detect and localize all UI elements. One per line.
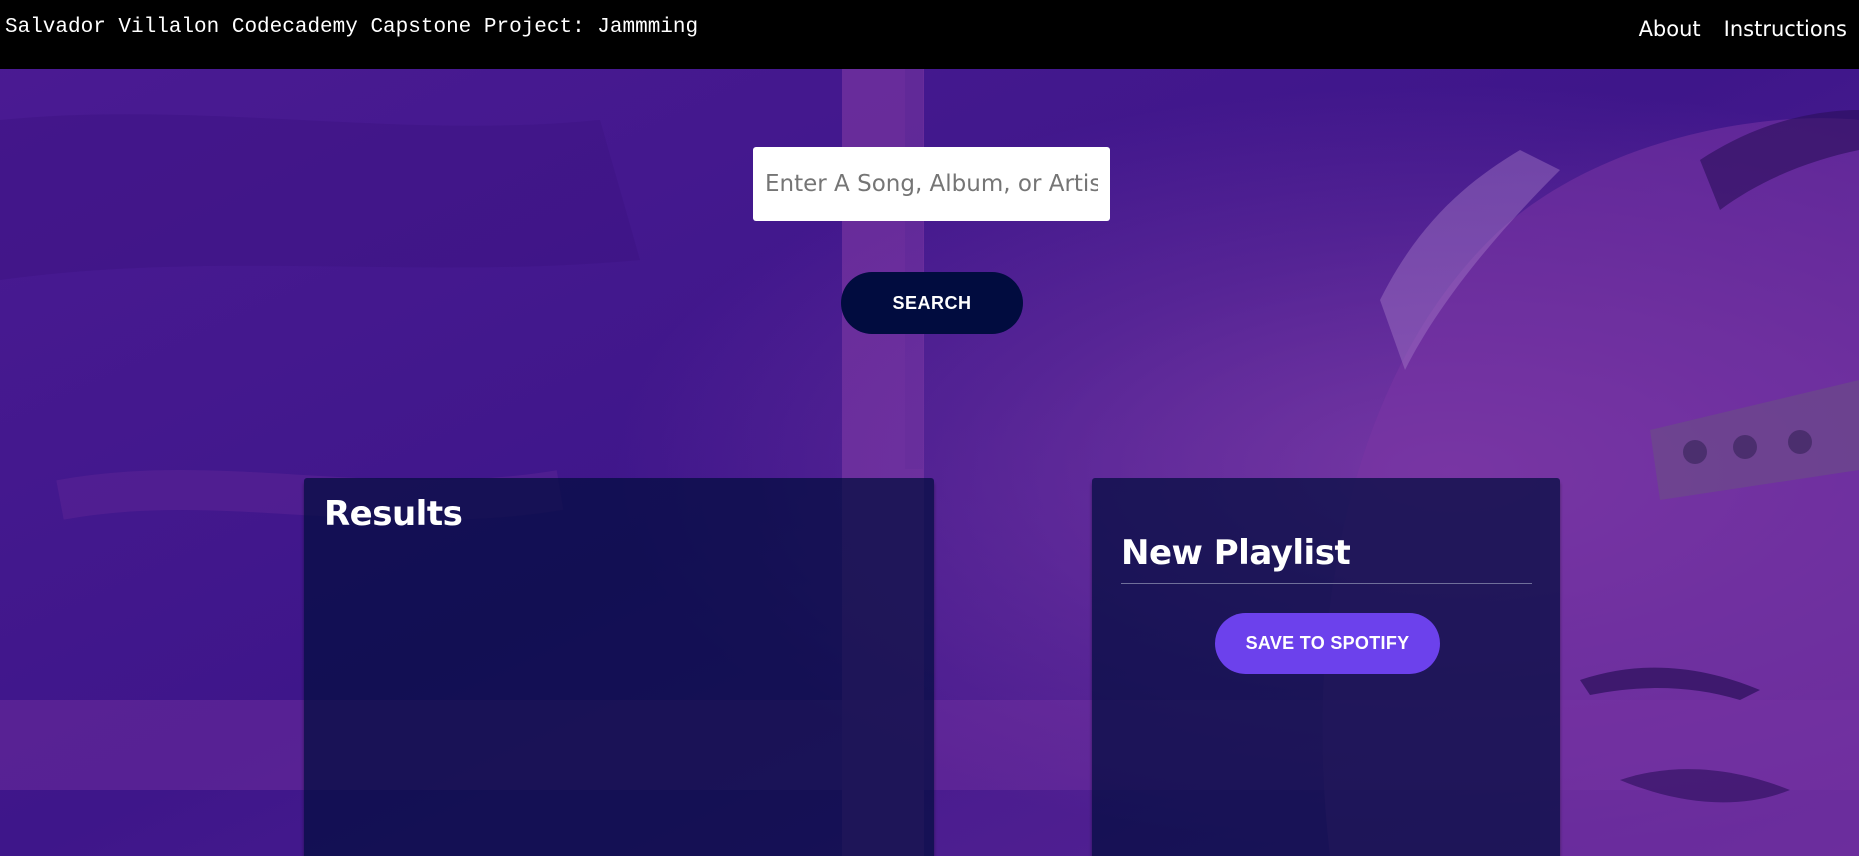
playlist-panel: New Playlist SAVE TO SPOTIFY bbox=[1092, 478, 1560, 856]
nav-instructions-link[interactable]: Instructions bbox=[1724, 17, 1847, 41]
playlist-name[interactable]: New Playlist bbox=[1121, 533, 1351, 573]
search-button[interactable]: SEARCH bbox=[841, 272, 1023, 334]
search-input[interactable] bbox=[753, 147, 1110, 221]
playlist-divider bbox=[1121, 583, 1532, 584]
site-title: Salvador Villalon Codecademy Capstone Pr… bbox=[5, 16, 699, 39]
results-panel: Results bbox=[304, 478, 934, 856]
nav-about-link[interactable]: About bbox=[1639, 17, 1701, 41]
top-nav: About Instructions bbox=[1639, 17, 1847, 41]
top-navbar: Salvador Villalon Codecademy Capstone Pr… bbox=[0, 0, 1859, 69]
results-title: Results bbox=[324, 494, 463, 534]
save-to-spotify-button[interactable]: SAVE TO SPOTIFY bbox=[1215, 613, 1440, 674]
